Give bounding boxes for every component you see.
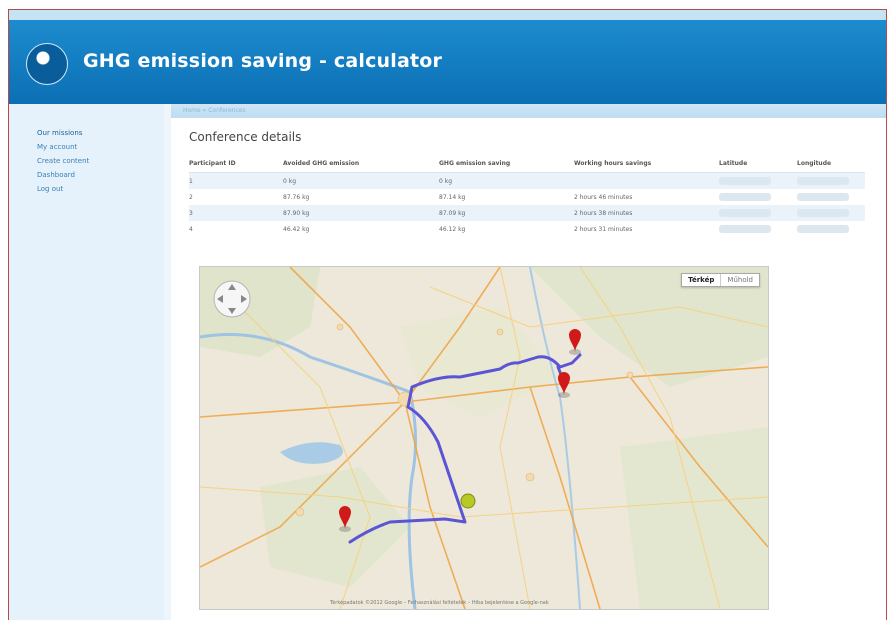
route-map[interactable]: Térkép Műhold Térképadatok ©2012 Google …	[199, 266, 769, 610]
latitude-cell	[719, 189, 797, 205]
sidebar-item-log-out[interactable]: Log out	[37, 182, 164, 196]
table-row: 4 46.42 kg 46.12 kg 2 hours 31 minutes	[189, 221, 865, 237]
city	[525, 472, 535, 482]
breadcrumb[interactable]: Home » Conferences	[171, 104, 886, 118]
table-header-row: Participant ID Avoided GHG emission GHG …	[189, 154, 865, 173]
map-copyright[interactable]: Térképadatok ©2012 Google – Felhasználás…	[330, 600, 549, 606]
city	[626, 371, 634, 379]
city	[336, 323, 344, 331]
table-cell: 87.76 kg	[283, 193, 310, 201]
map-forest-area	[620, 427, 768, 609]
table-cell: 87.09 kg	[439, 205, 574, 221]
table-cell: 3	[189, 205, 283, 221]
sidebar: Our missions My account Create content D…	[9, 104, 164, 620]
longitude-cell	[797, 205, 865, 221]
table-cell: 87.14 kg	[439, 193, 466, 201]
table-cell: 2 hours 31 minutes	[574, 225, 633, 233]
redacted-value	[797, 177, 849, 185]
sidebar-item-our-missions[interactable]: Our missions	[37, 126, 164, 140]
table-row: 1 0 kg 0 kg	[189, 172, 865, 189]
redacted-value	[719, 209, 771, 217]
table-cell: 2	[189, 193, 193, 201]
longitude-cell	[797, 221, 865, 237]
column-header: Latitude	[719, 154, 797, 173]
table-cell: 46.42 kg	[283, 225, 310, 233]
sidebar-menu: Our missions My account Create content D…	[9, 104, 164, 196]
longitude-cell	[797, 189, 865, 205]
table-cell: 1	[189, 172, 283, 189]
city	[295, 507, 305, 517]
drupal-logo-icon[interactable]	[26, 43, 68, 85]
latitude-cell	[719, 205, 797, 221]
column-header: Avoided GHG emission	[283, 154, 439, 173]
header-top-band	[9, 10, 886, 20]
redacted-value	[797, 193, 849, 201]
table-cell: 46.12 kg	[439, 225, 466, 233]
sidebar-item-dashboard[interactable]: Dashboard	[37, 168, 164, 182]
sidebar-item-create-content[interactable]: Create content	[37, 154, 164, 168]
latitude-cell	[719, 221, 797, 237]
redacted-value	[797, 225, 849, 233]
latitude-cell	[719, 172, 797, 189]
table-cell: 4	[189, 225, 193, 233]
table-row: 3 87.90 kg 87.09 kg 2 hours 38 minutes	[189, 205, 865, 221]
redacted-value	[719, 193, 771, 201]
table-cell: 2 hours 38 minutes	[574, 205, 719, 221]
map-type-satellite-button[interactable]: Műhold	[721, 274, 759, 286]
longitude-cell	[797, 172, 865, 189]
page-title: Conference details	[189, 130, 302, 144]
map-pan-control[interactable]	[213, 280, 251, 318]
city	[496, 328, 504, 336]
table-cell	[574, 172, 719, 189]
sidebar-item-my-account[interactable]: My account	[37, 140, 164, 154]
table-row: 2 87.76 kg 87.14 kg 2 hours 46 minutes	[189, 189, 865, 205]
redacted-value	[719, 225, 771, 233]
column-header: Longitude	[797, 154, 865, 173]
marker-conference-venue[interactable]	[460, 493, 476, 509]
venue-marker-icon[interactable]	[460, 493, 476, 509]
map-type-toggle[interactable]: Térkép Műhold	[681, 273, 760, 287]
table-cell: 0 kg	[283, 172, 439, 189]
browser-frame: GHG emission saving - calculator Our mis…	[8, 9, 887, 620]
column-header: Participant ID	[189, 154, 283, 173]
redacted-value	[719, 177, 771, 185]
table-cell: 0 kg	[439, 172, 574, 189]
column-header: GHG emission saving	[439, 154, 574, 173]
column-header: Working hours savings	[574, 154, 719, 173]
table-cell: 87.90 kg	[283, 205, 439, 221]
map-type-map-button[interactable]: Térkép	[682, 274, 722, 286]
site-header: GHG emission saving - calculator	[9, 10, 886, 104]
conference-details-table: Participant ID Avoided GHG emission GHG …	[189, 154, 865, 237]
site-title[interactable]: GHG emission saving - calculator	[83, 50, 442, 72]
main-content: Home » Conferences Conference details Pa…	[171, 104, 886, 620]
redacted-value	[797, 209, 849, 217]
map-canvas[interactable]	[200, 267, 768, 609]
table-cell: 2 hours 46 minutes	[574, 193, 633, 201]
